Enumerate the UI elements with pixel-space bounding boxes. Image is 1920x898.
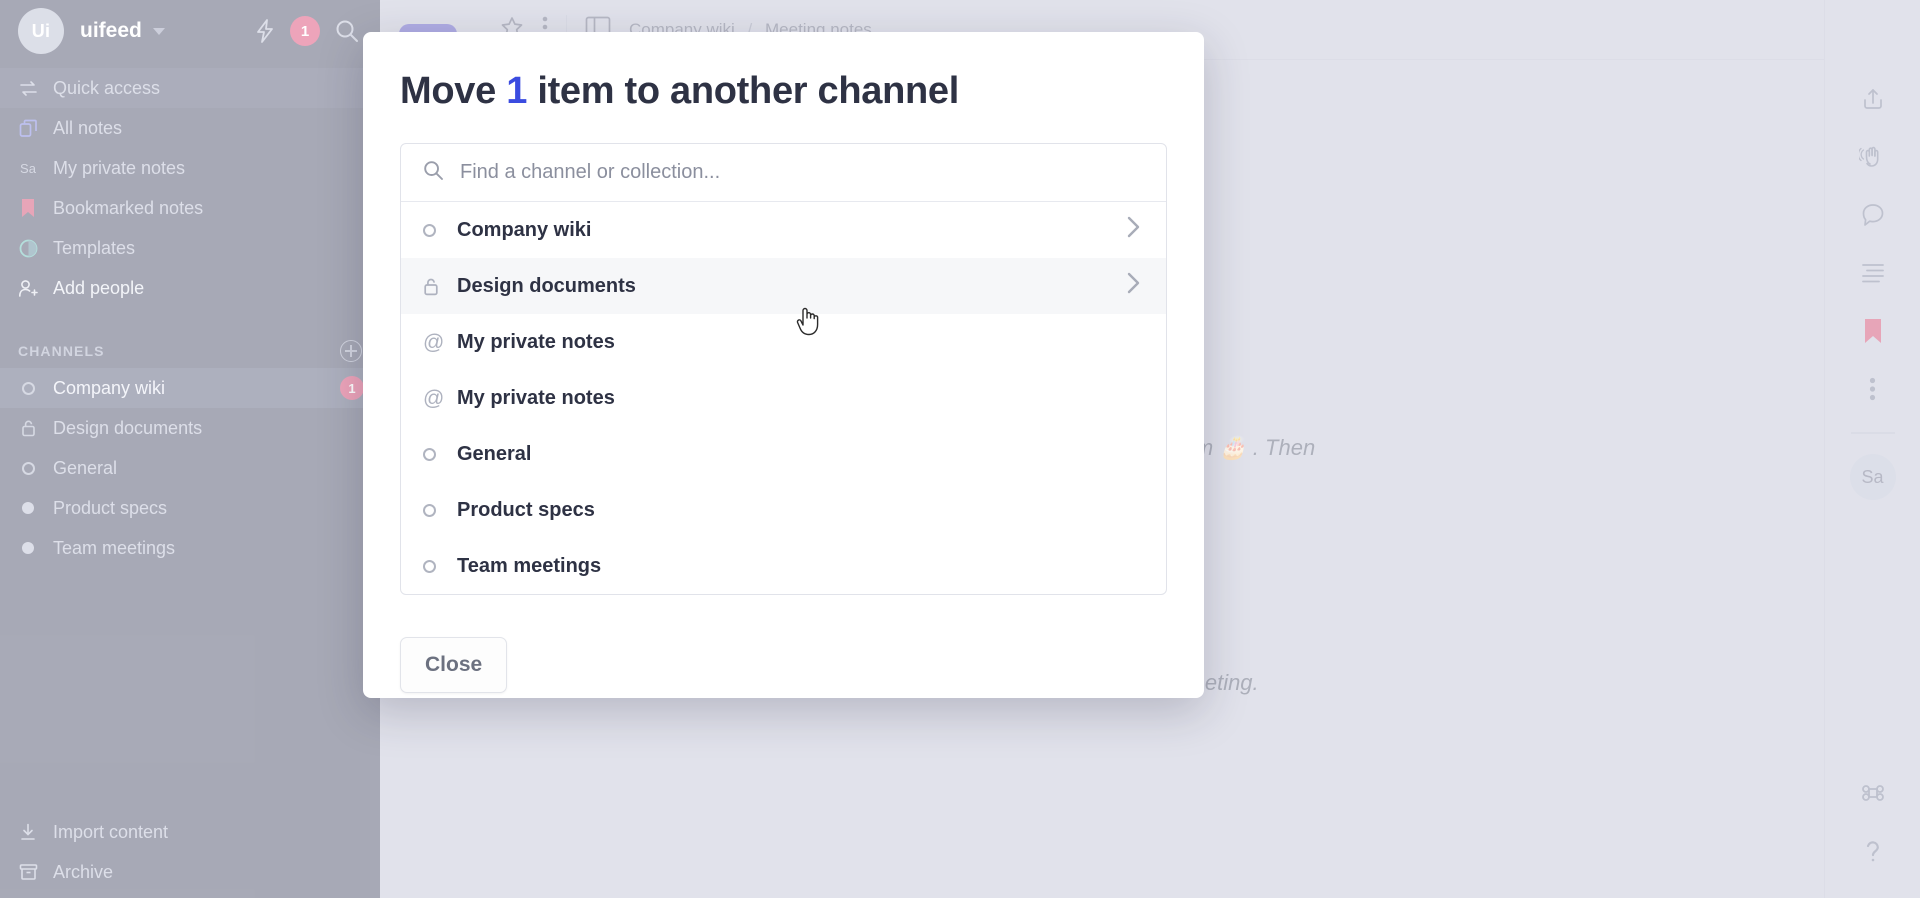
channel-row-my-private-notes[interactable]: @ My private notes (401, 314, 1166, 370)
channel-row-label: Product specs (457, 498, 595, 521)
channel-row-label: My private notes (457, 330, 615, 353)
channel-row-my-private-notes-2[interactable]: @ My private notes (401, 370, 1166, 426)
ring-icon (423, 559, 457, 573)
modal-footer: Close (400, 595, 1167, 693)
channel-result-list: Company wiki Design documents @ My priva… (401, 202, 1166, 594)
channel-row-design-documents[interactable]: Design documents (401, 258, 1166, 314)
modal-title-prefix: Move (400, 70, 496, 112)
channel-row-general[interactable]: General (401, 426, 1166, 482)
chevron-right-icon[interactable] (1127, 216, 1140, 244)
channel-row-company-wiki[interactable]: Company wiki (401, 202, 1166, 258)
search-input[interactable] (460, 161, 1144, 184)
channel-picker: Company wiki Design documents (400, 143, 1167, 595)
channel-row-label: Company wiki (457, 218, 592, 241)
at-icon: @ (423, 330, 445, 354)
channel-row-product-specs[interactable]: Product specs (401, 482, 1166, 538)
modal-title-count: 1 (506, 70, 528, 112)
channel-row-label: Design documents (457, 274, 636, 297)
move-item-modal: Move 1 item to another channel Company w… (363, 32, 1204, 698)
channel-row-label: General (457, 442, 532, 465)
modal-title: Move 1 item to another channel (400, 70, 1167, 113)
ring-icon (423, 223, 457, 237)
channel-row-label: My private notes (457, 386, 615, 409)
at-icon: @ (423, 386, 445, 410)
close-button[interactable]: Close (400, 637, 508, 693)
channel-row-label: Team meetings (457, 554, 602, 577)
modal-title-suffix: item to another channel (537, 70, 960, 112)
lock-icon (423, 277, 457, 296)
chevron-right-icon[interactable] (1127, 272, 1140, 300)
screen-root: Ui uifeed 1 (0, 0, 1920, 898)
search-row[interactable] (401, 144, 1166, 202)
search-icon (423, 160, 444, 186)
channel-row-team-meetings[interactable]: Team meetings (401, 538, 1166, 594)
ring-icon (423, 503, 457, 517)
ring-icon (423, 447, 457, 461)
